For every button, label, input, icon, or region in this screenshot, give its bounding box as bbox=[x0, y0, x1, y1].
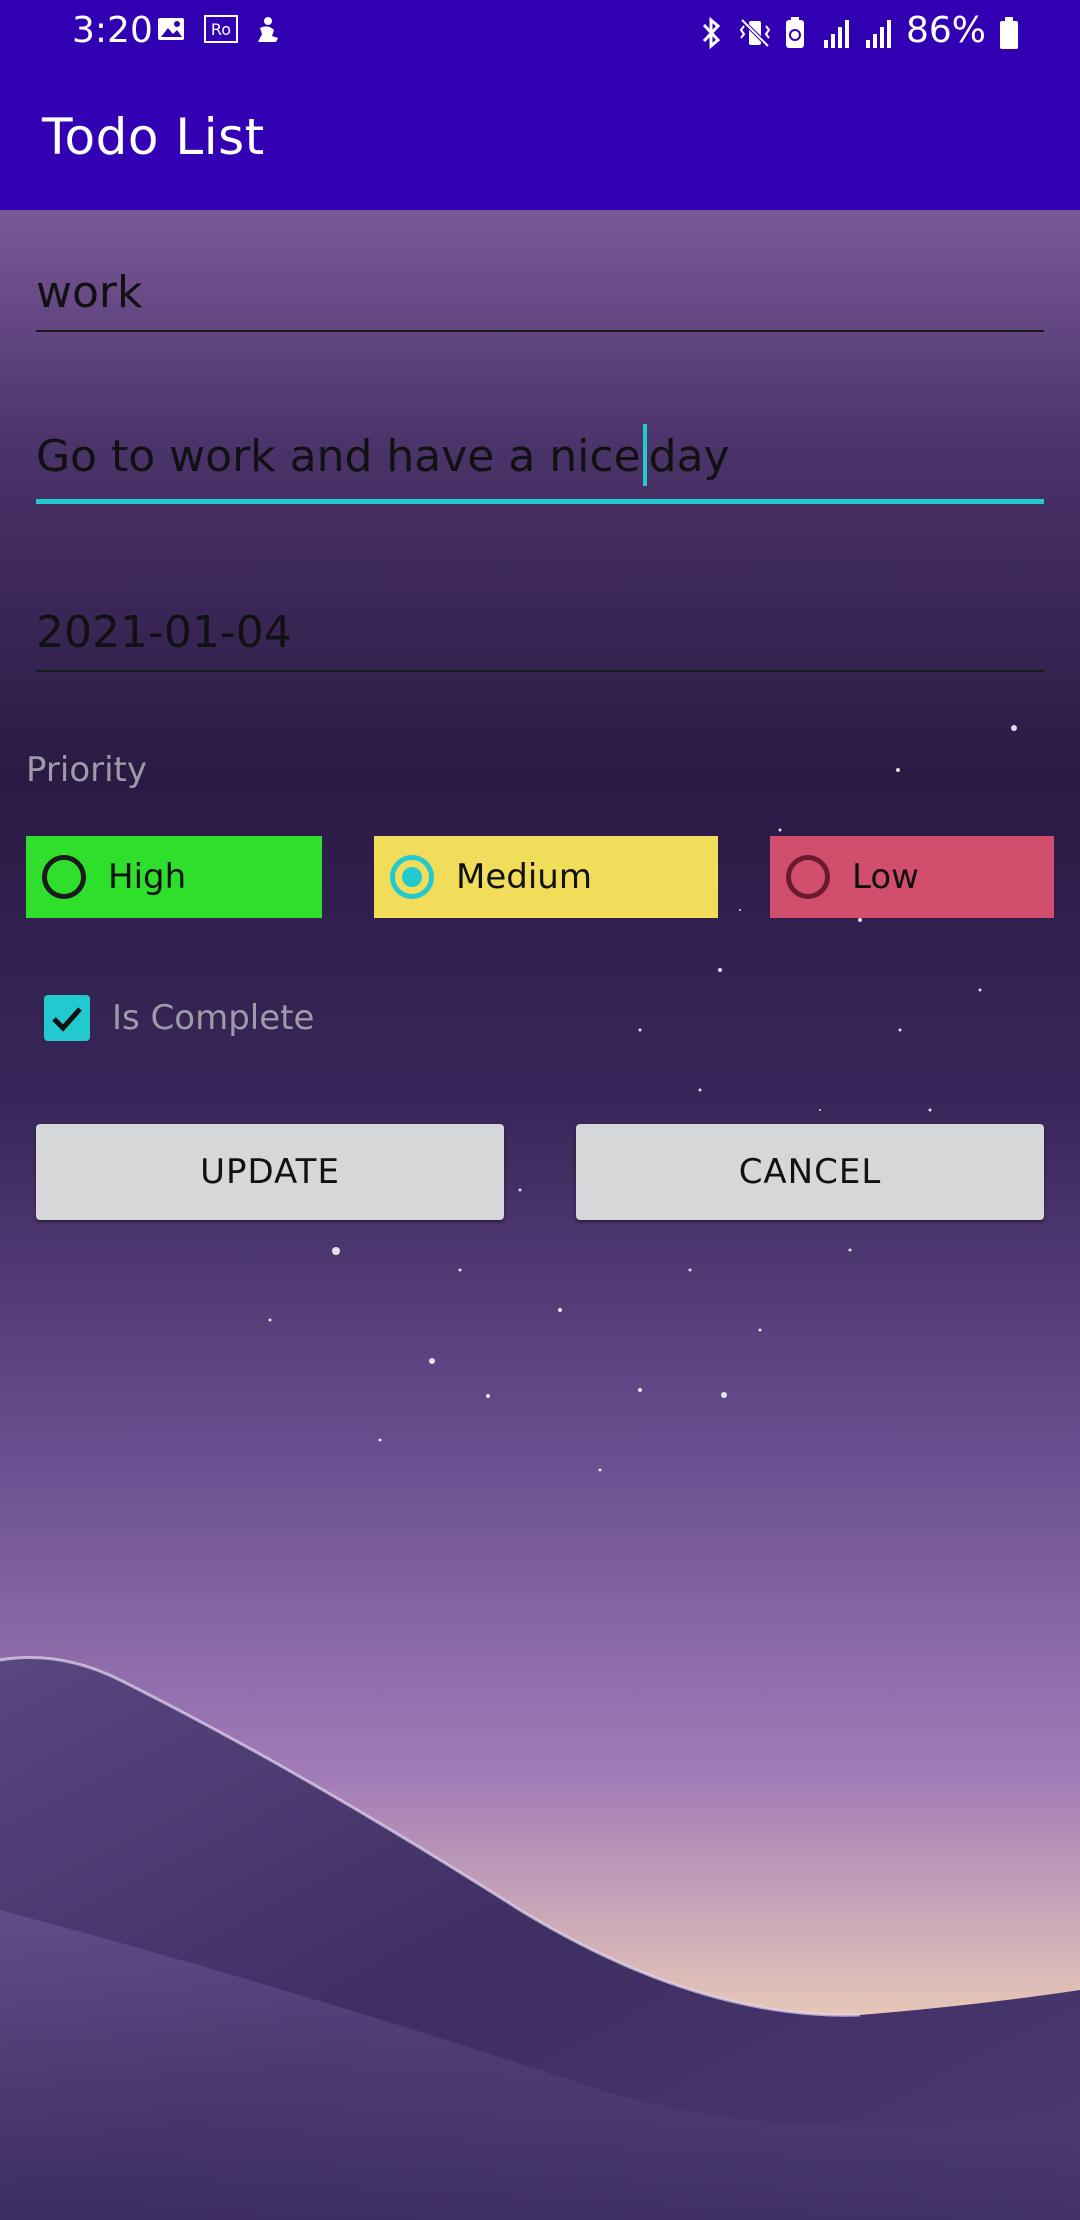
is-complete-label: Is Complete bbox=[112, 998, 315, 1038]
update-button[interactable]: UPDATE bbox=[36, 1124, 504, 1220]
status-right-icons: 86% bbox=[696, 10, 1028, 51]
ro-icon: Ro bbox=[204, 14, 238, 44]
radio-checked-icon bbox=[390, 855, 434, 899]
battery-saver-icon bbox=[780, 16, 810, 48]
notification-icon bbox=[252, 14, 282, 44]
signal-icon-2 bbox=[864, 16, 894, 48]
title-field[interactable]: work bbox=[36, 262, 1044, 332]
signal-icon bbox=[822, 16, 852, 48]
image-icon bbox=[156, 14, 186, 44]
priority-label: Priority bbox=[26, 750, 148, 790]
bluetooth-icon bbox=[696, 16, 726, 49]
checkmark-icon bbox=[44, 995, 90, 1041]
text-caret bbox=[642, 424, 647, 486]
description-text-before-caret: Go to work and have a nice bbox=[36, 431, 641, 482]
date-input[interactable]: 2021-01-04 bbox=[36, 607, 292, 658]
date-underline bbox=[36, 670, 1044, 672]
status-left-icons: Ro bbox=[156, 14, 282, 44]
priority-low-radio[interactable]: Low bbox=[770, 836, 1054, 918]
cancel-button[interactable]: CANCEL bbox=[576, 1124, 1044, 1220]
radio-unchecked-icon bbox=[786, 855, 830, 899]
status-time: 3:20 bbox=[72, 10, 153, 51]
priority-medium-label: Medium bbox=[456, 857, 592, 897]
priority-medium-radio[interactable]: Medium bbox=[374, 836, 718, 918]
status-bar: 3:20 Ro 86% bbox=[0, 0, 1080, 66]
app-title: Todo List bbox=[42, 108, 265, 166]
title-underline bbox=[36, 330, 1044, 332]
todo-form: work Go to work and have a nice day 2021-… bbox=[0, 210, 1080, 2220]
is-complete-checkbox[interactable]: Is Complete bbox=[44, 990, 314, 1046]
priority-high-label: High bbox=[108, 857, 187, 897]
battery-icon bbox=[998, 16, 1028, 49]
priority-low-label: Low bbox=[852, 857, 919, 897]
description-text-after-caret: day bbox=[648, 431, 730, 482]
priority-high-radio[interactable]: High bbox=[26, 836, 322, 918]
description-underline bbox=[36, 499, 1044, 504]
title-input[interactable]: work bbox=[36, 267, 142, 318]
svg-text:Ro: Ro bbox=[211, 20, 231, 39]
description-field[interactable]: Go to work and have a nice day bbox=[36, 424, 1044, 504]
radio-unchecked-icon bbox=[42, 855, 86, 899]
description-input[interactable]: Go to work and have a nice day bbox=[36, 424, 730, 490]
vibrate-icon bbox=[738, 16, 771, 47]
date-field[interactable]: 2021-01-04 bbox=[36, 602, 1044, 672]
battery-percent: 86% bbox=[905, 10, 986, 51]
app-bar: Todo List bbox=[0, 66, 1080, 210]
